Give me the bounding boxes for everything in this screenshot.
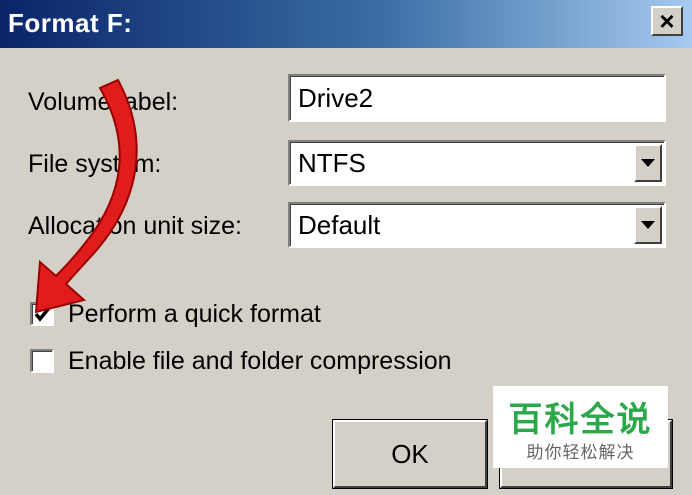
- file-system-select[interactable]: NTFS: [288, 140, 666, 186]
- close-button[interactable]: ×: [651, 6, 683, 36]
- allocation-size-dropdown-button[interactable]: [634, 206, 662, 244]
- allocation-size-value: Default: [298, 209, 381, 240]
- watermark: 百科全说 助你轻松解决: [493, 386, 668, 468]
- chevron-down-icon: [641, 158, 655, 167]
- file-system-value: NTFS: [298, 147, 366, 178]
- quick-format-label[interactable]: Perform a quick format: [68, 300, 321, 329]
- ok-button-label: OK: [391, 438, 429, 469]
- watermark-title: 百科全说: [508, 401, 653, 439]
- file-system-dropdown-button[interactable]: [634, 144, 662, 182]
- chevron-down-icon: [641, 220, 655, 229]
- volume-label-value: Drive2: [298, 82, 374, 113]
- volume-label-input[interactable]: Drive2: [288, 74, 666, 122]
- compression-label[interactable]: Enable file and folder compression: [68, 347, 452, 376]
- watermark-subtitle: 助你轻松解决: [526, 443, 635, 462]
- format-dialog: Format F: × Volume label: Drive2 File sy…: [0, 0, 692, 495]
- title-bar: Format F: ×: [0, 0, 692, 48]
- window-title: Format F:: [8, 8, 133, 38]
- allocation-size-select[interactable]: Default: [288, 202, 666, 248]
- compression-checkbox[interactable]: [30, 349, 54, 373]
- volume-label-label: Volume label:: [28, 88, 179, 116]
- close-icon: ×: [659, 6, 675, 36]
- checkmark-icon: [34, 306, 51, 322]
- allocation-size-label: Allocation unit size:: [28, 212, 243, 240]
- ok-button[interactable]: OK: [332, 419, 488, 489]
- file-system-label: File system:: [28, 150, 162, 178]
- quick-format-checkbox[interactable]: [30, 302, 54, 326]
